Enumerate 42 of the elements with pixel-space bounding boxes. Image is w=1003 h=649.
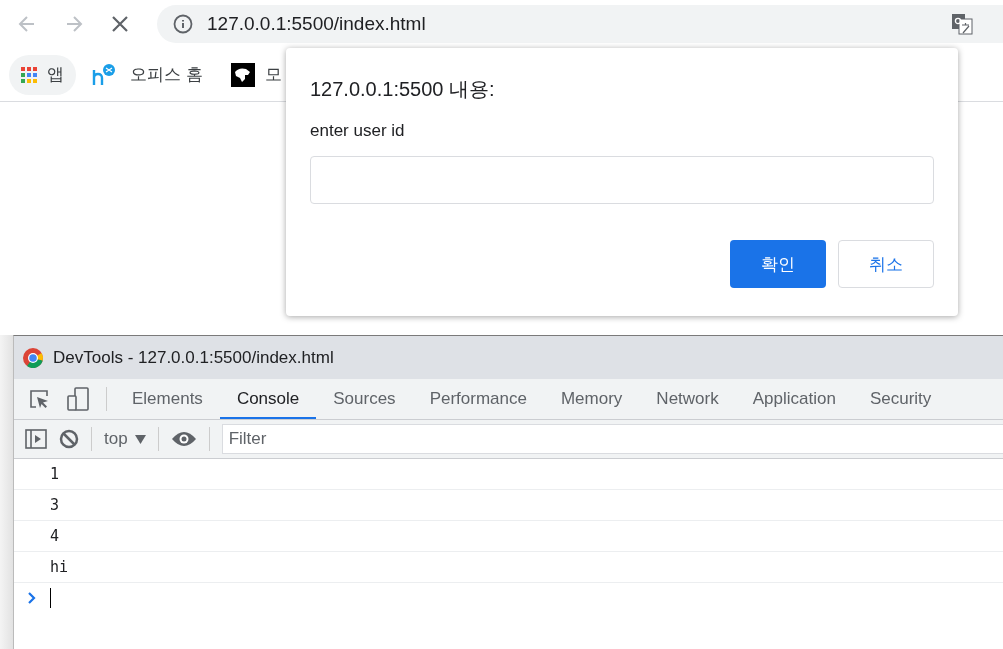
sidebar-toggle-icon[interactable]: [25, 429, 47, 449]
bookmark-item[interactable]: 앱: [9, 54, 76, 95]
bookmark-label: 모: [264, 64, 282, 86]
device-toggle-icon[interactable]: [66, 387, 90, 411]
devtools-tab[interactable]: Security: [852, 379, 949, 419]
clear-console-icon[interactable]: [59, 429, 79, 449]
cancel-button[interactable]: 취소: [838, 240, 934, 288]
bookmark-item[interactable]: 오피스 홈: [90, 54, 205, 95]
prompt-chevron-icon: [28, 592, 37, 604]
devtools-tab[interactable]: Application: [735, 379, 853, 419]
bookmark-label: 앱: [47, 64, 64, 86]
console-message: 3: [14, 490, 1003, 521]
console-message: hi: [14, 552, 1003, 583]
info-icon[interactable]: [173, 14, 193, 34]
filter-field[interactable]: Filter: [221, 424, 1003, 454]
console-message: 1: [14, 459, 1003, 490]
devtools-window-title: DevTools - 127.0.0.1:5500/index.html: [53, 347, 334, 368]
context-selector[interactable]: top: [104, 429, 146, 449]
devtools-tab[interactable]: Sources: [316, 379, 413, 419]
dropdown-caret-icon: [134, 434, 146, 444]
inspect-icon[interactable]: [28, 388, 50, 410]
h-logo-icon: [92, 63, 118, 86]
devtools-tab[interactable]: Elements: [115, 379, 220, 419]
input-field[interactable]: [310, 156, 934, 204]
devtools-tab[interactable]: Memory: [543, 379, 640, 419]
bookmark-item[interactable]: 모: [218, 54, 286, 95]
stop-icon[interactable]: [111, 15, 129, 33]
bookmark-label: 오피스 홈: [130, 64, 203, 86]
address-bar[interactable]: 127.0.0.1:5500/index.html: [157, 5, 1003, 43]
devtools-tab[interactable]: Network: [639, 379, 736, 419]
chrome-logo-icon: [22, 346, 44, 369]
devtools-tab[interactable]: Performance: [412, 379, 544, 419]
animal-head-icon: [230, 62, 255, 87]
eye-icon[interactable]: [170, 431, 197, 447]
console-message: 4: [14, 521, 1003, 552]
apps-grid-icon: [21, 66, 37, 83]
url-text: 127.0.0.1:5500/index.html: [207, 13, 426, 35]
dialog-title: 127.0.0.1:5500 내용:: [310, 77, 496, 102]
text-cursor: [50, 588, 51, 608]
ok-button[interactable]: 확인: [730, 240, 826, 288]
translate-icon[interactable]: [951, 13, 973, 35]
dialog-message: enter user id: [310, 121, 406, 141]
